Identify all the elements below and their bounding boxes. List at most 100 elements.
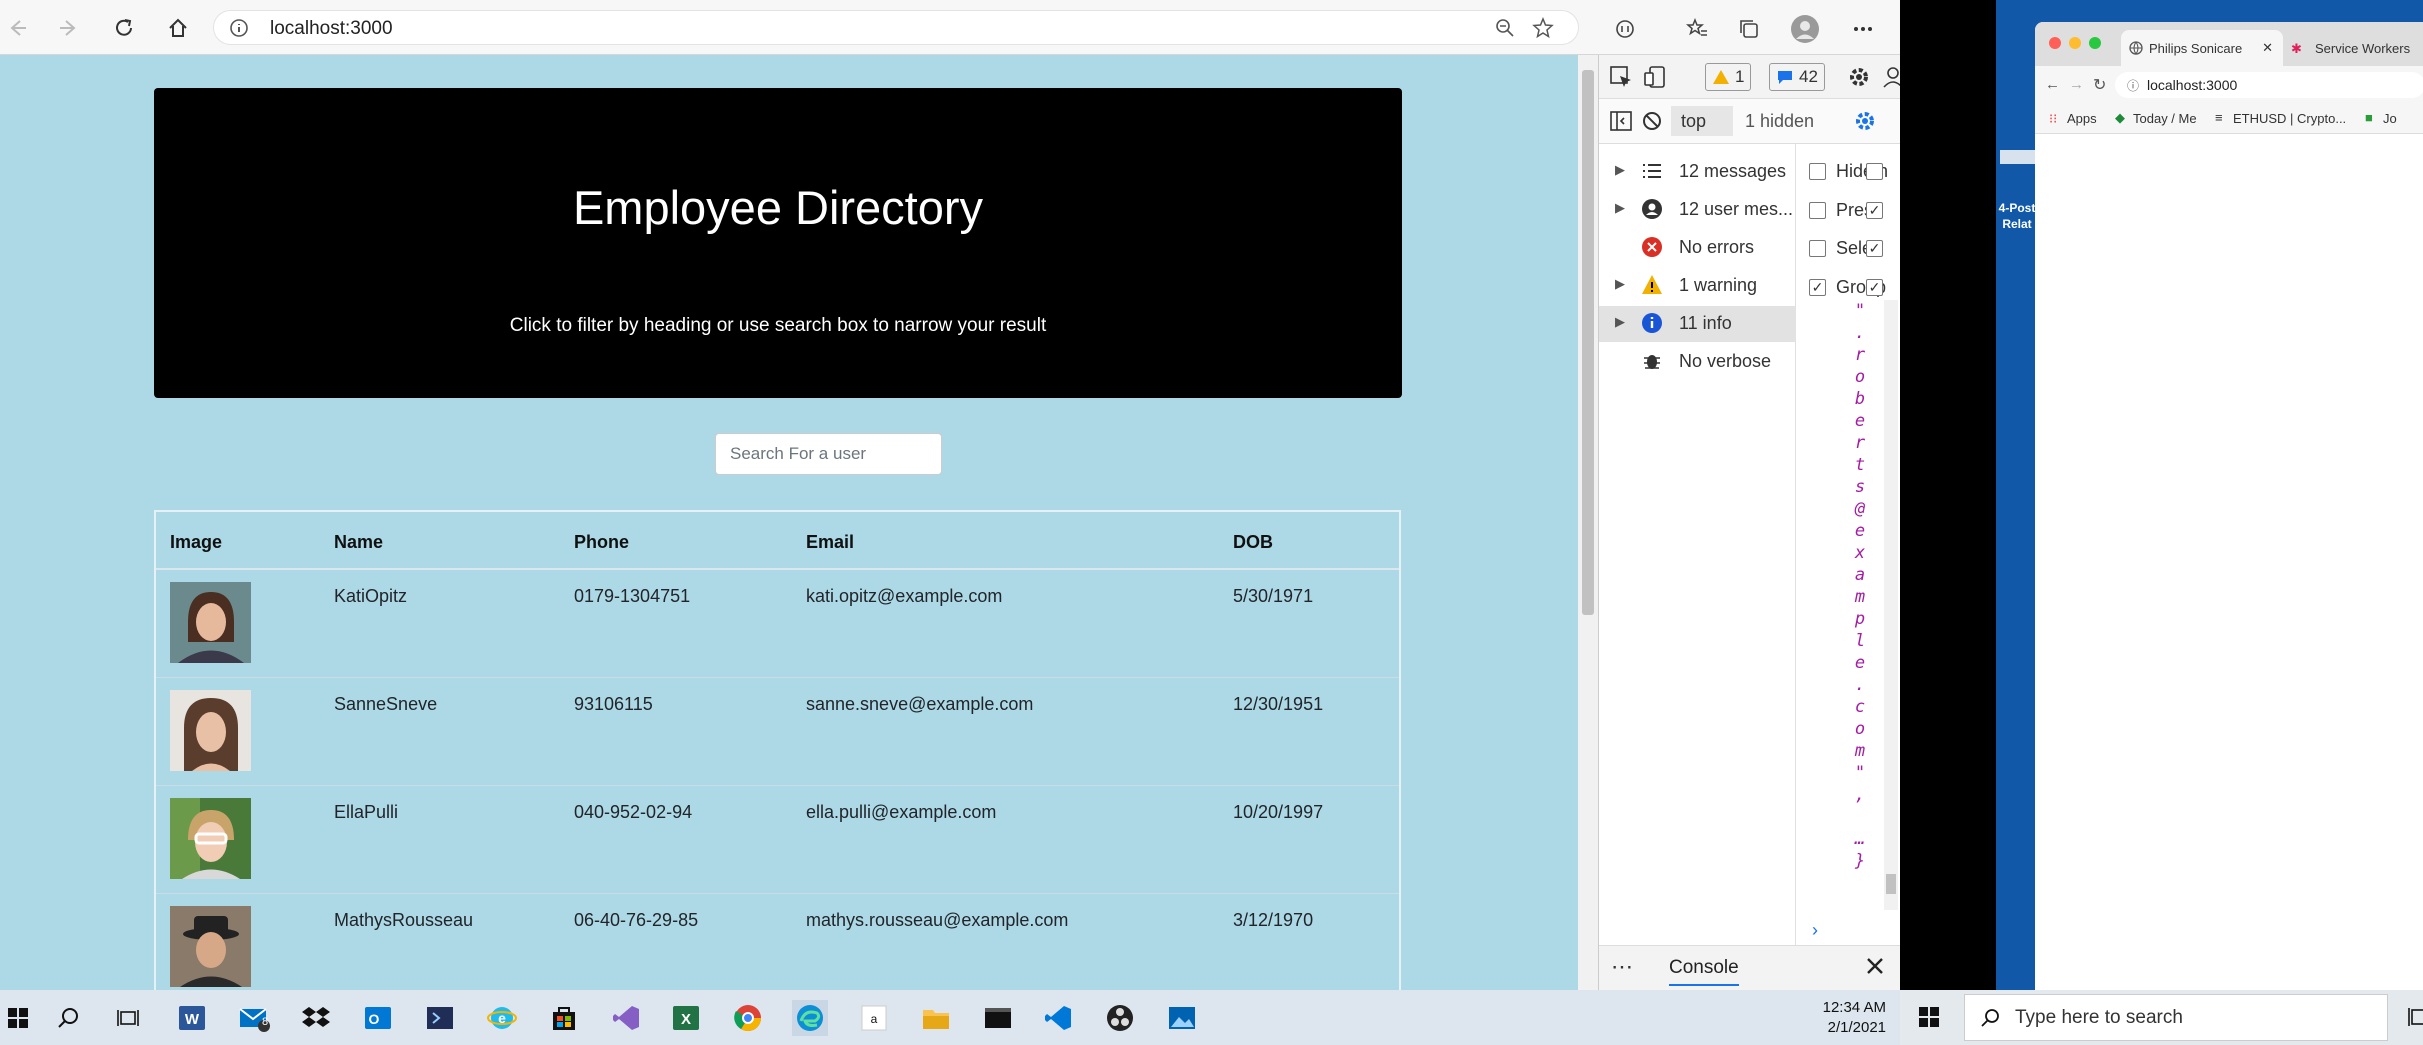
chrome-icon[interactable] bbox=[730, 1000, 766, 1036]
clock-time: 12:34 AM bbox=[1822, 999, 1886, 1016]
console-char: e bbox=[1854, 653, 1866, 673]
cell-name: EllaPulli bbox=[334, 802, 399, 822]
inspect-icon[interactable] bbox=[1609, 65, 1633, 94]
home-icon[interactable] bbox=[161, 11, 195, 45]
column-header-email[interactable]: Email bbox=[806, 532, 854, 553]
device-emulation-icon[interactable] bbox=[1643, 65, 1667, 94]
dropbox-icon[interactable] bbox=[298, 1000, 334, 1036]
column-header-phone[interactable]: Phone bbox=[574, 532, 629, 553]
table-row: SanneSneve 93106115 sanne.sneve@example.… bbox=[156, 678, 1399, 786]
employee-table: Image Name Phone Email DOB KatiOpitz 017… bbox=[154, 510, 1401, 990]
windows-start-icon[interactable] bbox=[1918, 1006, 1940, 1033]
drawer-tab-console[interactable]: Console bbox=[1669, 957, 1739, 986]
info-icon[interactable] bbox=[228, 17, 250, 44]
feedback-icon[interactable] bbox=[1881, 65, 1900, 94]
warnings-badge[interactable]: 1 bbox=[1705, 63, 1752, 91]
console-settings-icon[interactable] bbox=[1853, 109, 1877, 138]
sidebar-item-info[interactable]: ▶ 11 info bbox=[1599, 306, 1796, 342]
back-icon[interactable] bbox=[0, 11, 34, 45]
powershell-icon[interactable] bbox=[422, 1000, 458, 1036]
sidebar-item-verbose[interactable]: No verbose bbox=[1599, 344, 1796, 380]
terminal-icon[interactable] bbox=[980, 1000, 1016, 1036]
windows-start-icon[interactable] bbox=[0, 1000, 36, 1036]
scrollbar-thumb[interactable] bbox=[1582, 70, 1594, 615]
bookmark-today[interactable]: ◆ Today / Me bbox=[2115, 110, 2197, 126]
refresh-icon[interactable]: ↻ bbox=[2093, 75, 2106, 95]
word-icon[interactable]: W bbox=[174, 1000, 210, 1036]
task-view-icon[interactable] bbox=[110, 1000, 146, 1036]
chrome-tab[interactable]: ✱ Service Workers bbox=[2291, 41, 2410, 56]
close-drawer-icon[interactable] bbox=[1865, 956, 1885, 981]
mail-icon[interactable]: 8 bbox=[236, 1000, 272, 1036]
sidebar-item-warnings[interactable]: ▶ 1 warning bbox=[1599, 268, 1796, 304]
minimize-window-icon[interactable] bbox=[2069, 37, 2081, 49]
amazon-icon[interactable]: a bbox=[856, 1000, 892, 1036]
more-menu-icon[interactable] bbox=[1846, 12, 1880, 46]
maximize-window-icon[interactable] bbox=[2089, 37, 2101, 49]
console-char: , bbox=[1854, 785, 1866, 805]
edge-window: localhost:3000 Employee Directory Click … bbox=[0, 0, 1900, 1045]
page-scrollbar[interactable] bbox=[1578, 55, 1598, 990]
console-prompt-icon[interactable]: › bbox=[1812, 920, 1818, 941]
drawer-menu-icon[interactable]: ⋯ bbox=[1611, 954, 1633, 980]
search-input[interactable] bbox=[715, 433, 942, 475]
refresh-icon[interactable] bbox=[107, 11, 141, 45]
cell-email: mathys.rousseau@example.com bbox=[806, 910, 1069, 930]
messages-badge[interactable]: 42 bbox=[1769, 63, 1825, 91]
desktop-file-label[interactable]: 4-Post Relat bbox=[1996, 200, 2038, 232]
close-window-icon[interactable] bbox=[2049, 37, 2061, 49]
page-viewport: Employee Directory Click to filter by he… bbox=[0, 55, 1578, 990]
chrome-address-bar[interactable]: ⓘ localhost:3000 bbox=[2115, 72, 2423, 98]
photos-icon[interactable] bbox=[1164, 1000, 1200, 1036]
column-header-image[interactable]: Image bbox=[170, 532, 222, 553]
favorite-add-icon[interactable] bbox=[1532, 17, 1556, 44]
store-icon[interactable] bbox=[546, 1000, 582, 1036]
column-header-dob[interactable]: DOB bbox=[1233, 532, 1273, 553]
zoom-icon[interactable] bbox=[1494, 17, 1516, 44]
sidebar-item-errors[interactable]: No errors bbox=[1599, 230, 1796, 266]
cell-phone: 040-952-02-94 bbox=[574, 802, 693, 822]
collections-icon[interactable] bbox=[1732, 12, 1766, 46]
reading-icon[interactable] bbox=[1608, 12, 1642, 46]
bookmark-jo[interactable]: ■ Jo bbox=[2365, 110, 2397, 126]
bookmark-ethusd[interactable]: ≡ ETHUSD | Crypto... bbox=[2215, 110, 2346, 126]
favorites-icon[interactable] bbox=[1680, 12, 1714, 46]
settings-icon[interactable] bbox=[1847, 65, 1871, 94]
selected-context-checkbox[interactable]: Selec ✓ bbox=[1809, 236, 1900, 266]
hide-network-checkbox[interactable]: Hide n bbox=[1809, 159, 1900, 189]
file-explorer-icon[interactable] bbox=[918, 1000, 954, 1036]
taskbar-search-box[interactable]: Type here to search bbox=[1964, 994, 2388, 1041]
obs-icon[interactable] bbox=[1102, 1000, 1138, 1036]
list-icon bbox=[1641, 160, 1663, 182]
sidebar-item-user-messages[interactable]: ▶ 12 user mes... bbox=[1599, 192, 1796, 228]
preserve-log-checkbox[interactable]: Prese ✓ bbox=[1809, 198, 1900, 228]
column-header-name[interactable]: Name bbox=[334, 532, 383, 553]
outlook-icon[interactable]: O bbox=[360, 1000, 396, 1036]
visual-studio-icon[interactable] bbox=[608, 1000, 644, 1036]
warnings-count: 1 bbox=[1735, 67, 1745, 86]
url-text[interactable]: localhost:3000 bbox=[270, 18, 393, 40]
sidebar-toggle-icon[interactable] bbox=[1609, 110, 1633, 137]
search-icon[interactable] bbox=[50, 1000, 86, 1036]
profile-icon[interactable] bbox=[1788, 12, 1822, 46]
console-char: m bbox=[1854, 741, 1866, 761]
internet-explorer-icon[interactable]: e bbox=[484, 1000, 520, 1036]
system-clock[interactable]: 12:34 AM 2/1/2021 bbox=[1822, 998, 1886, 1038]
close-tab-icon[interactable]: ✕ bbox=[2262, 40, 2273, 56]
vscode-icon[interactable] bbox=[1040, 1000, 1076, 1036]
clear-console-icon[interactable] bbox=[1641, 110, 1663, 137]
forward-icon[interactable] bbox=[52, 11, 86, 45]
address-bar[interactable]: localhost:3000 bbox=[213, 10, 1579, 45]
context-selector[interactable]: top bbox=[1671, 106, 1733, 136]
task-view-icon[interactable] bbox=[2408, 1006, 2423, 1033]
excel-icon[interactable]: X bbox=[668, 1000, 704, 1036]
chrome-tab-active[interactable]: Philips Sonicare ✕ bbox=[2121, 30, 2283, 66]
sidebar-item-messages[interactable]: ▶ 12 messages bbox=[1599, 154, 1796, 190]
desktop-file-icon[interactable] bbox=[2000, 150, 2040, 164]
console-scrollbar[interactable] bbox=[1884, 300, 1898, 910]
info-icon[interactable]: ⓘ bbox=[2127, 77, 2139, 94]
forward-icon[interactable]: → bbox=[2069, 76, 2084, 93]
edge-icon[interactable] bbox=[792, 1000, 828, 1036]
back-icon[interactable]: ← bbox=[2045, 76, 2060, 93]
bookmark-apps[interactable]: ⁝⁝ Apps bbox=[2049, 111, 2097, 126]
